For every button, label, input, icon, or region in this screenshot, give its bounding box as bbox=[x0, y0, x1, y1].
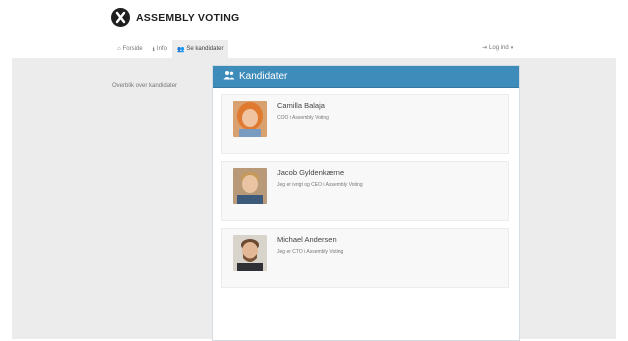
nav-label: Info bbox=[156, 46, 167, 52]
candidate-photo bbox=[233, 168, 267, 204]
users-icon bbox=[223, 70, 235, 83]
login-label: Log ind bbox=[489, 44, 509, 51]
assembly-voting-logo-icon bbox=[111, 8, 130, 27]
candidate-role: Jeg er ivrigt og CEO i Assembly Voting bbox=[277, 182, 363, 188]
login-dropdown[interactable]: ⇥ Log ind ▾ bbox=[482, 44, 514, 52]
candidates-panel: Kandidater Camilla Balaja COO i Assembly… bbox=[212, 65, 520, 341]
panel-header: Kandidater bbox=[213, 66, 519, 88]
candidate-name: Michael Andersen bbox=[277, 235, 337, 244]
nav-item-se-kandidater[interactable]: 👥 Se kandidater bbox=[171, 40, 229, 58]
nav-item-forside[interactable]: ⌂ Forside bbox=[112, 40, 148, 58]
sidebar-text: Overblik over kandidater bbox=[112, 83, 178, 89]
logo[interactable]: ASSEMBLY VOTING bbox=[111, 8, 239, 27]
nav-label: Forside bbox=[122, 46, 143, 52]
candidate-card[interactable]: Jacob Gyldenkærne Jeg er ivrigt og CEO i… bbox=[221, 161, 509, 221]
info-icon: ℹ bbox=[152, 46, 155, 53]
candidate-name: Camilla Balaja bbox=[277, 101, 325, 110]
panel-title: Kandidater bbox=[239, 71, 288, 82]
candidate-name: Jacob Gyldenkærne bbox=[277, 168, 345, 177]
nav-label: Se kandidater bbox=[186, 46, 224, 52]
users-icon: 👥 bbox=[176, 46, 185, 53]
site-header: ASSEMBLY VOTING ⌂ Forside ℹ Info 👥 Se ka… bbox=[0, 0, 628, 58]
candidate-photo bbox=[233, 101, 267, 137]
candidate-card[interactable]: Camilla Balaja COO i Assembly Voting bbox=[221, 94, 509, 154]
candidate-photo bbox=[233, 235, 267, 271]
chevron-down-icon: ▾ bbox=[510, 44, 514, 51]
brand-name: ASSEMBLY VOTING bbox=[136, 11, 240, 24]
candidate-role: Jeg er CTO i Assembly Voting bbox=[277, 249, 344, 255]
candidate-card[interactable]: Michael Andersen Jeg er CTO i Assembly V… bbox=[221, 228, 509, 288]
nav-item-info[interactable]: ℹ Info bbox=[148, 40, 172, 58]
main-nav: ⌂ Forside ℹ Info 👥 Se kandidater bbox=[112, 40, 229, 58]
login-icon: ⇥ bbox=[482, 45, 488, 51]
candidate-list: Camilla Balaja COO i Assembly Voting Jac… bbox=[221, 94, 509, 295]
home-icon: ⌂ bbox=[117, 46, 121, 52]
candidate-role: COO i Assembly Voting bbox=[277, 115, 329, 121]
